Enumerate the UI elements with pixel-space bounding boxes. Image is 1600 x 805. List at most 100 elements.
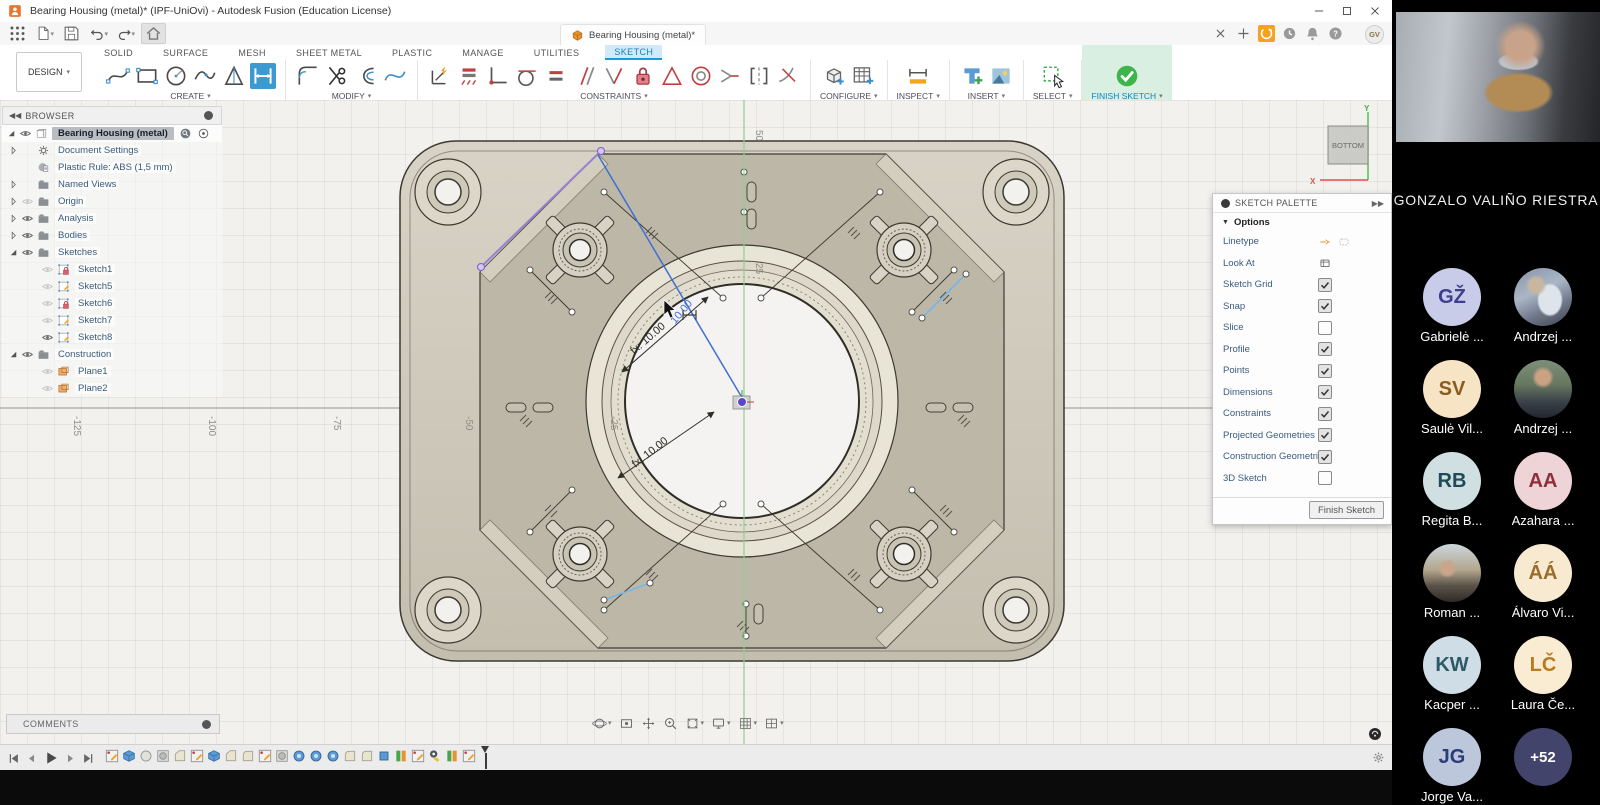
sketch-dim-tool-icon[interactable] [427,63,453,89]
measure-tool-icon[interactable] [905,63,931,89]
symmetry-tool-icon[interactable] [746,63,772,89]
comments-expand-icon[interactable] [202,720,211,729]
app-grid-button[interactable] [6,24,29,43]
search-badge-icon[interactable] [179,127,192,140]
timeline-feature-1-sk-icon[interactable] [104,748,120,764]
view-cube[interactable]: BOTTOM X Y [1298,102,1392,194]
browser-item-sketches[interactable]: Sketches [2,244,222,261]
timeline-marker[interactable] [481,746,490,769]
checkbox-slice[interactable] [1318,321,1332,335]
new-tab-button[interactable] [1235,25,1252,42]
browser-item-analysis[interactable]: Analysis [2,210,222,227]
tab-mesh[interactable]: MESH [234,45,270,60]
free-spline-tool-icon[interactable] [382,63,408,89]
checkbox-dimensions[interactable] [1318,385,1332,399]
browser-item-named-views[interactable]: Named Views [2,176,222,193]
step-back-button[interactable] [24,751,39,766]
participant-tile-4[interactable]: Andrzej ... [1500,360,1586,452]
visibility-eye-icon[interactable] [41,297,54,310]
browser-item-bodies[interactable]: Bodies [2,227,222,244]
checkbox-points[interactable] [1318,364,1332,378]
account-avatar[interactable]: GV [1365,25,1384,44]
palette-options-section[interactable]: ▼Options [1213,213,1391,231]
save-button[interactable] [60,24,83,43]
config-table-tool-icon[interactable] [850,63,876,89]
undo-button[interactable]: ▾ [87,24,110,43]
look-at-button[interactable] [619,716,634,731]
insert-canvas-tool-icon[interactable] [988,63,1014,89]
timeline-feature-22-sk-icon[interactable] [461,748,477,764]
target-icon[interactable] [197,127,210,140]
tab-sketch[interactable]: SKETCH [605,45,662,60]
timeline-feature-20-ky-icon[interactable] [427,748,443,764]
viewcube-face-label[interactable]: BOTTOM [1332,141,1364,150]
tab-solid[interactable]: SOLID [100,45,137,60]
timeline-feature-11-rv-icon[interactable] [274,748,290,764]
timeline-feature-7-ex-icon[interactable] [206,748,222,764]
expanded-arrow-icon[interactable] [8,247,19,258]
timeline-feature-19-sk-icon[interactable] [410,748,426,764]
checkbox-projected-geometries[interactable] [1318,428,1332,442]
timeline-feature-15-fl-icon[interactable] [342,748,358,764]
participant-tile-8[interactable]: ÁÁÁlvaro Vi... [1500,544,1586,636]
visibility-eye-icon[interactable] [41,314,54,327]
parallel-tool-icon[interactable] [572,63,598,89]
maximize-button[interactable] [1340,4,1354,18]
zoom-button[interactable] [663,716,678,731]
timeline-feature-10-sk-icon[interactable] [257,748,273,764]
config-cube-tool-icon[interactable] [821,63,847,89]
expanded-arrow-icon[interactable] [6,128,17,139]
timeline-feature-17-bx-icon[interactable] [376,748,392,764]
redo-button[interactable]: ▾ [114,24,137,43]
browser-item-plane1[interactable]: Plane1 [2,363,222,380]
midpoint-tool-icon[interactable] [717,63,743,89]
offset-tool-icon[interactable] [353,63,379,89]
bell-button[interactable] [1304,25,1321,42]
timeline-feature-3-ci-icon[interactable] [138,748,154,764]
skip-end-button[interactable] [81,751,96,766]
visibility-eye-icon[interactable] [41,365,54,378]
timeline-feature-12-ho-icon[interactable] [291,748,307,764]
equal-tool-icon[interactable] [543,63,569,89]
spline-tool-icon[interactable] [105,63,131,89]
collapse-panel-icon[interactable]: ◀◀ [9,111,21,120]
pan-button[interactable] [641,716,656,731]
visibility-eye-icon[interactable] [21,348,34,361]
tangent-arc-tool-icon[interactable] [514,63,540,89]
participant-tile-3[interactable]: SVSaulė Vil... [1409,360,1495,452]
insert-text-tool-icon[interactable] [959,63,985,89]
browser-item-plastic-rule-abs-1-5-mm[interactable]: Plastic Rule: ABS (1,5 mm) [2,159,222,176]
play-button[interactable] [42,749,60,767]
visibility-eye-icon[interactable] [41,263,54,276]
fit-curve-tool-icon[interactable] [192,63,218,89]
collapsed-arrow-icon[interactable] [8,213,19,224]
timeline-feature-9-fl-icon[interactable] [240,748,256,764]
document-tab[interactable]: Bearing Housing (metal)* [560,24,706,45]
timeline-feature-5-ch-icon[interactable] [172,748,188,764]
tab-plastic[interactable]: PLASTIC [388,45,436,60]
close-button[interactable] [1368,4,1382,18]
cone-tool-icon[interactable] [221,63,247,89]
grid-settings-button[interactable]: ▾ [738,716,758,731]
browser-item-root[interactable]: Bearing Housing (metal) [2,125,222,142]
visibility-eye-icon[interactable] [41,280,54,293]
presenter-tile[interactable]: GONZALO VALIÑO RIESTRA [1392,0,1600,268]
minimize-button[interactable] [1312,4,1326,18]
visibility-eye-icon[interactable] [21,212,34,225]
rectangle-tool-icon[interactable] [134,63,160,89]
timeline-feature-16-fl-icon[interactable] [359,748,375,764]
linetype-centerline-icon[interactable] [1318,235,1332,249]
browser-item-sketch6[interactable]: Sketch6 [2,295,222,312]
collapsed-arrow-icon[interactable] [8,179,19,190]
part-body[interactable] [400,141,1064,661]
collapsed-arrow-icon[interactable] [8,230,19,241]
sync-button[interactable] [1258,25,1275,42]
orbit-button[interactable]: ▾ [592,716,612,731]
finish-check-tool-icon[interactable] [1114,63,1140,89]
polygon-con-tool-icon[interactable] [659,63,685,89]
viewports-button[interactable]: ▾ [764,716,784,731]
participant-tile-1[interactable]: GŽGabrielė ... [1409,268,1495,360]
help-button[interactable]: ? [1327,25,1344,42]
timeline-feature-18-ap-icon[interactable] [393,748,409,764]
timeline-settings-gear-icon[interactable] [1372,751,1385,764]
